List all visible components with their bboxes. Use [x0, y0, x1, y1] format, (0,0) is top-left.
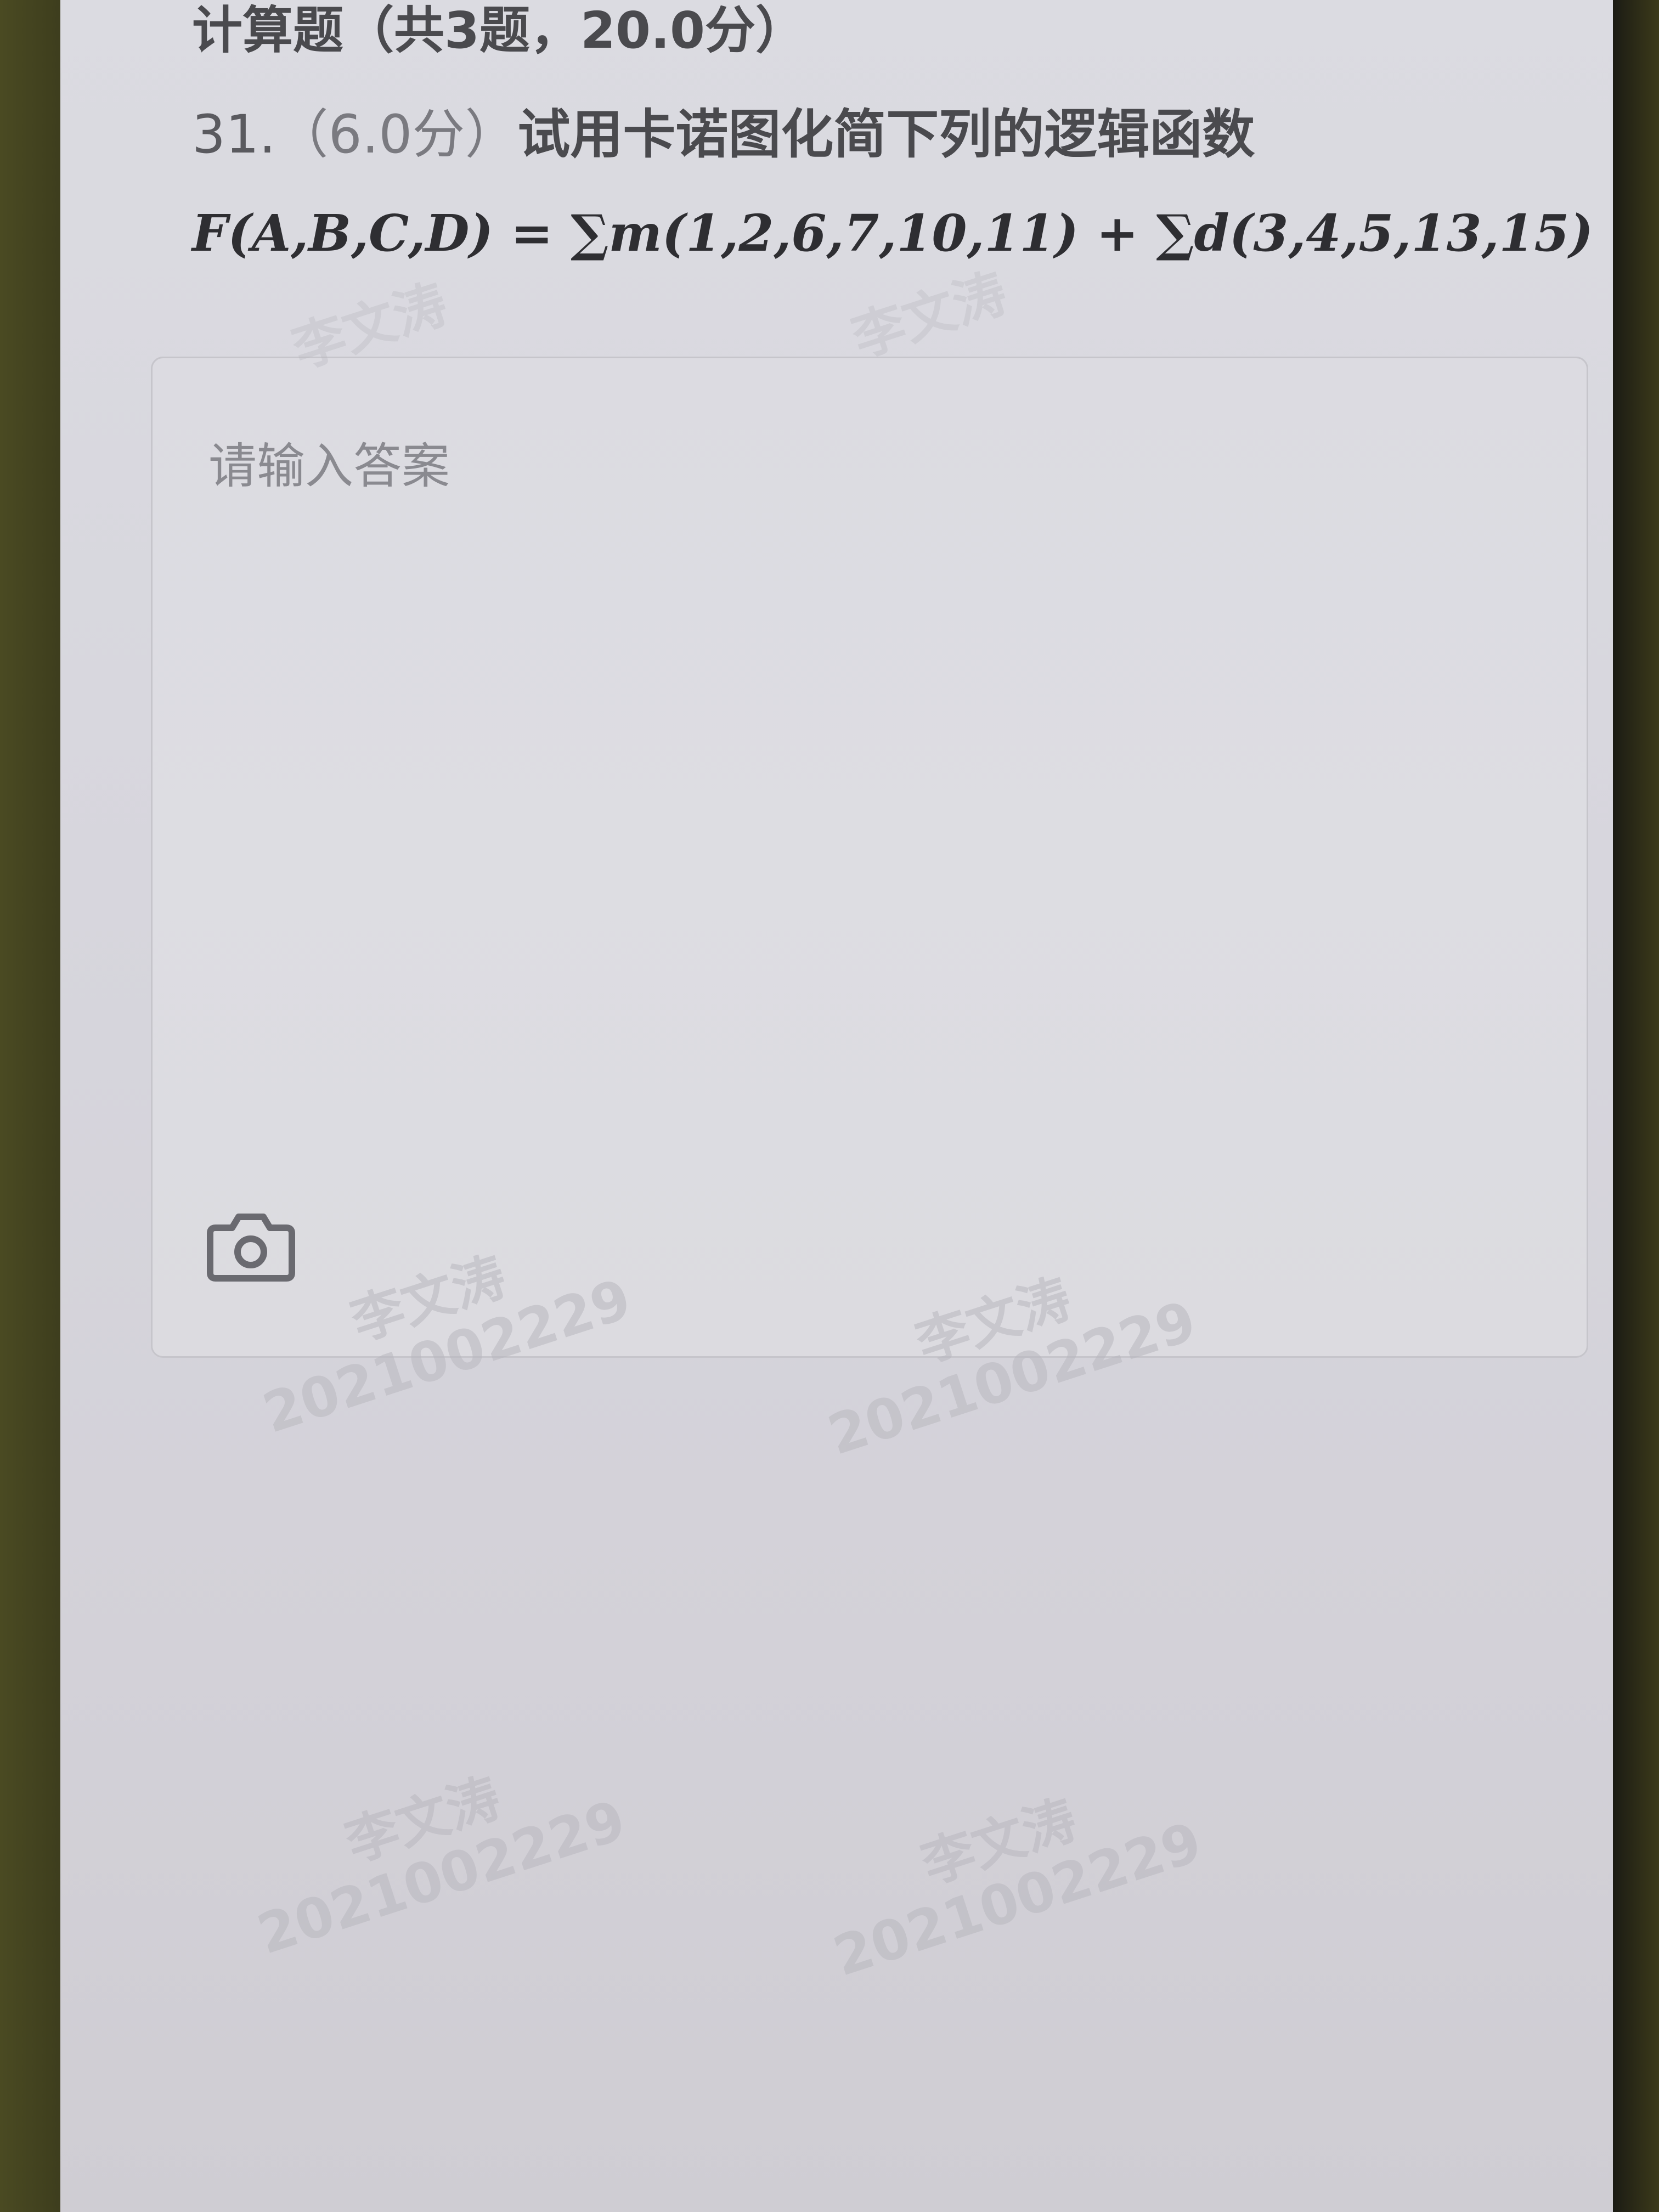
- question-header: 31.（6.0分）试用卡诺图化简下列的逻辑函数: [192, 104, 1255, 165]
- question-number: 31.: [192, 104, 276, 165]
- answer-placeholder: 请输入答案: [208, 438, 450, 494]
- watermark: 李文涛: [844, 262, 1014, 369]
- question-score: （6.0分）: [275, 104, 518, 165]
- camera-icon: [207, 1214, 295, 1282]
- question-text: 试用卡诺图化简下列的逻辑函数: [517, 104, 1255, 165]
- watermark: 李文涛 2021002229: [826, 1788, 1209, 1989]
- question-formula: F(A,B,C,D) = ∑m(1,2,6,7,10,11) + ∑d(3,4,…: [192, 204, 1594, 263]
- camera-upload-button[interactable]: [206, 1207, 296, 1284]
- answer-input[interactable]: [151, 357, 1588, 1358]
- screen: 计算题（共3题，20.0分） 31.（6.0分）试用卡诺图化简下列的逻辑函数 F…: [60, 0, 1613, 2212]
- section-title: 计算题（共3题，20.0分）: [192, 1, 806, 60]
- watermark: 李文涛 2021002229: [250, 1766, 633, 1967]
